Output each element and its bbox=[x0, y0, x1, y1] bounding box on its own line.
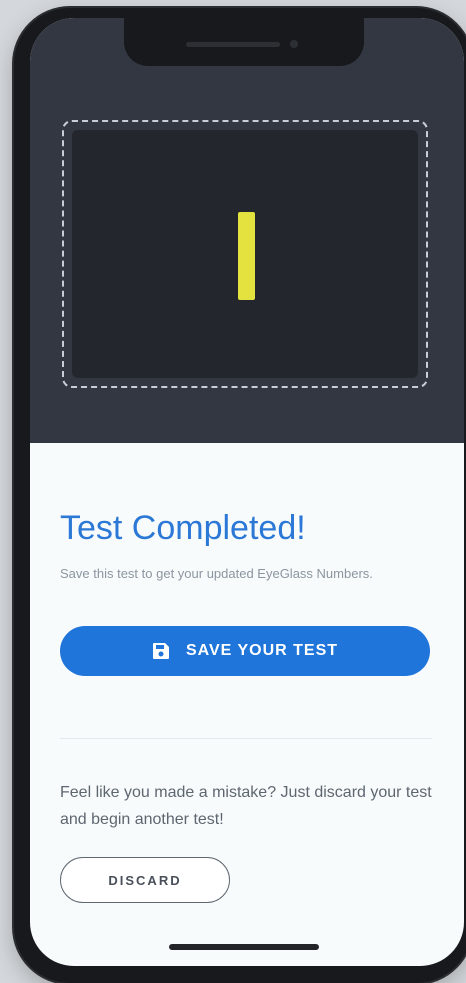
page-subtitle: Save this test to get your updated EyeGl… bbox=[60, 566, 373, 581]
discard-button[interactable]: DISCARD bbox=[60, 857, 230, 903]
app-screen: Test Completed! Save this test to get yo… bbox=[30, 18, 464, 966]
front-camera bbox=[290, 40, 298, 48]
phone-notch bbox=[124, 18, 364, 66]
scan-display bbox=[72, 130, 418, 378]
discard-description: Feel like you made a mistake? Just disca… bbox=[60, 784, 432, 828]
section-divider bbox=[60, 738, 432, 739]
phone-frame: Test Completed! Save this test to get yo… bbox=[14, 8, 466, 983]
page-title: Test Completed! bbox=[60, 509, 306, 547]
scan-frame bbox=[62, 120, 428, 388]
test-result-mark bbox=[238, 212, 255, 300]
speaker-grille bbox=[186, 42, 280, 47]
save-test-label: SAVE YOUR TEST bbox=[185, 642, 339, 659]
floppy-disk-icon bbox=[152, 642, 170, 660]
scan-preview-area bbox=[30, 18, 464, 443]
home-indicator bbox=[169, 944, 319, 950]
save-test-button[interactable]: SAVE YOUR TEST bbox=[60, 626, 430, 676]
